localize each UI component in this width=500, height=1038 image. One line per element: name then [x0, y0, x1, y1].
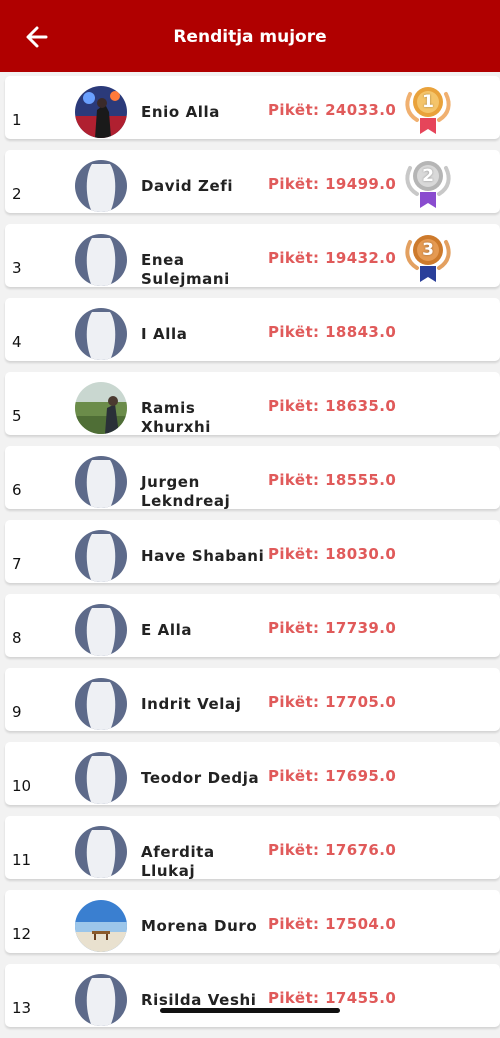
rank-number: 1: [12, 111, 22, 129]
rank-number: 8: [12, 629, 22, 647]
medal-icon: 1: [401, 80, 455, 138]
player-name: Enea Sulejmani: [141, 251, 230, 288]
player-name: David Zefi: [141, 177, 234, 195]
rank-number: 10: [12, 777, 32, 795]
avatar: [75, 160, 127, 212]
avatar: [75, 382, 127, 434]
rank-number: 11: [12, 851, 32, 869]
player-name: Aferdita Llukaj: [141, 843, 215, 880]
rank-number: 9: [12, 703, 22, 721]
leaderboard-row[interactable]: 6 Jurgen Lekndreaj Pikët: 18555.0: [5, 446, 500, 510]
leaderboard-row[interactable]: 4 I Alla Pikët: 18843.0: [5, 298, 500, 361]
points-value: Pikët: 19432.0: [268, 249, 397, 267]
medal-number: 1: [422, 92, 434, 112]
app-header: Renditja mujore: [0, 0, 500, 72]
avatar: [75, 752, 127, 804]
points-value: Pikët: 17695.0: [268, 767, 397, 785]
points-value: Pikët: 17705.0: [268, 693, 397, 711]
leaderboard-row[interactable]: 2 David Zefi Pikët: 19499.0 2: [5, 150, 500, 213]
page-title: Renditja mujore: [173, 27, 327, 47]
avatar: [75, 826, 127, 878]
leaderboard-list: 1 Enio Alla Pikët: 24033.0 1 2 David Zefi Pikë…: [0, 74, 500, 1038]
rank-number: 12: [12, 925, 32, 943]
rank-number: 13: [12, 999, 32, 1017]
medal-icon: 2: [401, 154, 455, 212]
player-name: Enio Alla: [141, 103, 221, 121]
avatar: [75, 456, 127, 508]
leaderboard-row[interactable]: 8 E Alla Pikët: 17739.0: [5, 594, 500, 657]
points-value: Pikët: 18555.0: [268, 471, 397, 489]
medal-number: 2: [422, 166, 434, 186]
home-indicator: [160, 1008, 340, 1013]
medal-icon: 3: [401, 228, 455, 286]
rank-number: 7: [12, 555, 22, 573]
points-value: Pikët: 18843.0: [268, 323, 397, 341]
rank-number: 6: [12, 481, 22, 499]
player-name: I Alla: [141, 325, 188, 343]
points-value: Pikët: 19499.0: [268, 175, 397, 193]
leaderboard-row[interactable]: 11 Aferdita Llukaj Pikët: 17676.0: [5, 816, 500, 880]
player-name: Jurgen Lekndreaj: [141, 473, 231, 510]
points-value: Pikët: 24033.0: [268, 101, 397, 119]
points-value: Pikët: 17676.0: [268, 841, 397, 859]
avatar: [75, 308, 127, 360]
avatar: [75, 604, 127, 656]
leaderboard-row[interactable]: 12 Morena Duro Pikët: 17504.0: [5, 890, 500, 953]
leaderboard-row[interactable]: 5 Ramis Xhurxhi Pikët: 18635.0: [5, 372, 500, 436]
player-name: Morena Duro: [141, 917, 258, 935]
avatar: [75, 234, 127, 286]
points-value: Pikët: 18635.0: [268, 397, 397, 415]
player-name: Teodor Dedja: [141, 769, 260, 787]
avatar: [75, 530, 127, 582]
avatar: [75, 900, 127, 952]
leaderboard-row[interactable]: 10 Teodor Dedja Pikët: 17695.0: [5, 742, 500, 805]
player-name: Have Shabani: [141, 547, 265, 565]
rank-number: 4: [12, 333, 22, 351]
points-value: Pikët: 17739.0: [268, 619, 397, 637]
points-value: Pikët: 17504.0: [268, 915, 397, 933]
avatar: [75, 86, 127, 138]
leaderboard-row[interactable]: 9 Indrit Velaj Pikët: 17705.0: [5, 668, 500, 731]
player-name: Indrit Velaj: [141, 695, 242, 713]
points-value: Pikët: 18030.0: [268, 545, 397, 563]
leaderboard-row[interactable]: 13 Risilda Veshi Pikët: 17455.0: [5, 964, 500, 1027]
points-value: Pikët: 17455.0: [268, 989, 397, 1007]
avatar: [75, 974, 127, 1026]
rank-number: 3: [12, 259, 22, 277]
leaderboard-row[interactable]: 1 Enio Alla Pikët: 24033.0 1: [5, 76, 500, 139]
rank-number: 2: [12, 185, 22, 203]
leaderboard-row[interactable]: 7 Have Shabani Pikët: 18030.0: [5, 520, 500, 583]
leaderboard-row[interactable]: 3 Enea Sulejmani Pikët: 19432.0 3: [5, 224, 500, 288]
player-name: Ramis Xhurxhi: [141, 399, 212, 436]
medal-number: 3: [422, 240, 434, 260]
player-name: E Alla: [141, 621, 193, 639]
avatar: [75, 678, 127, 730]
rank-number: 5: [12, 407, 22, 425]
